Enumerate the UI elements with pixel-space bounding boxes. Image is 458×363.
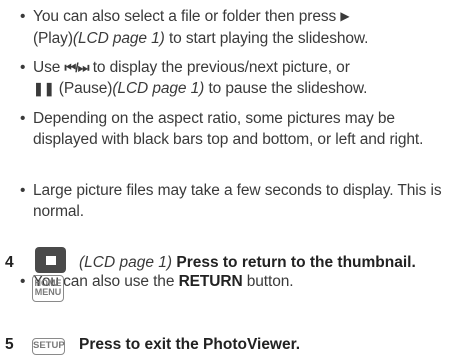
home-menu-key-icon: HOME MENU xyxy=(32,275,64,302)
bullet-item: • You can also use the RETURN button. xyxy=(20,273,294,290)
play-icon: ▶ xyxy=(340,9,350,23)
bullet-dot: • xyxy=(20,273,26,290)
step-4-instruction: (LCD page 1) Press to return to the thum… xyxy=(79,254,416,271)
setup-key-icon: SETUP xyxy=(32,338,65,355)
bullet-item: • Use ⏮/⏭ to display the previous/next p… xyxy=(20,59,368,97)
bullet-dot: • xyxy=(20,8,26,25)
bullet-dot: • xyxy=(20,59,26,76)
pause-icon: ❚❚ xyxy=(33,81,55,96)
bullet-dot: • xyxy=(20,110,26,127)
bullet-dot: • xyxy=(20,182,26,199)
step-4: 4 (LCD page 1) Press to return to the th… xyxy=(0,247,458,295)
lcd-page-ref: (LCD page 1) xyxy=(112,80,205,97)
return-button-label: RETURN xyxy=(178,273,243,290)
step-number: 4 xyxy=(5,254,14,271)
bullet-item: • You can also select a file or folder t… xyxy=(20,8,369,47)
lcd-page-ref: (LCD page 1) xyxy=(72,30,165,47)
step-5-instruction: Press to exit the PhotoViewer. xyxy=(79,336,301,353)
prev-next-icon: ⏮/⏭ xyxy=(64,60,89,75)
stop-icon xyxy=(35,247,66,273)
lcd-page-ref: (LCD page 1) xyxy=(79,254,173,271)
step-number: 5 xyxy=(5,336,14,353)
bullet-item: • Depending on the aspect ratio, some pi… xyxy=(20,110,424,148)
bullet-item: • Large picture files may take a few sec… xyxy=(20,182,442,220)
